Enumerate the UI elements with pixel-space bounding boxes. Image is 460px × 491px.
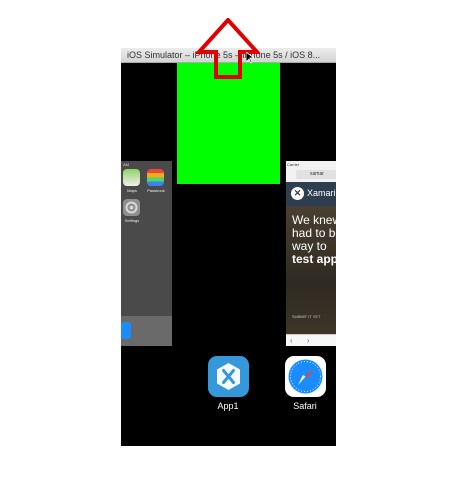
safari-card[interactable]: Carrier xamar ✕ Xamarin We knew had to b… xyxy=(286,161,336,346)
safari-compass-icon xyxy=(284,356,326,397)
dock xyxy=(121,316,172,346)
forward-chevron-icon: › xyxy=(306,336,310,345)
switcher-app-safari[interactable]: Safari xyxy=(275,356,335,411)
hero-footer: SUBMIT IT YET xyxy=(292,314,321,319)
switcher-app-app1[interactable]: App1 xyxy=(198,356,258,411)
mouse-cursor-icon xyxy=(246,52,254,64)
app-label-maps: Maps xyxy=(127,188,137,193)
status-bar-text: AM xyxy=(123,162,129,167)
app-label-settings: Settings xyxy=(124,218,140,223)
xamarin-logo-icon: ✕ xyxy=(291,187,304,200)
hero-line: test apps xyxy=(292,252,336,266)
app-label-safari: Safari xyxy=(293,401,317,411)
home-screen-card[interactable]: AM Maps Passbook Settings xyxy=(121,161,172,346)
hero-section: We knew had to be way to test apps SUBMI… xyxy=(286,206,336,334)
maps-icon xyxy=(123,169,140,186)
safari-icon xyxy=(121,322,131,339)
passbook-icon xyxy=(147,169,164,186)
app-label-app1: App1 xyxy=(217,401,239,411)
status-bar-text: Carrier xyxy=(287,162,300,167)
red-up-arrow-icon xyxy=(196,18,260,79)
xamarin-app-icon xyxy=(207,356,249,397)
green-app-card[interactable] xyxy=(177,63,280,184)
app-label-passbook: Passbook xyxy=(147,188,165,193)
safari-toolbar: ‹ › xyxy=(286,334,336,346)
url-bar: xamar xyxy=(296,170,336,179)
simulator-screen: AM Maps Passbook Settings Carrier xamar … xyxy=(121,63,336,446)
back-chevron-icon: ‹ xyxy=(290,336,293,345)
site-banner: ✕ Xamarin xyxy=(286,182,336,206)
site-brand: Xamarin xyxy=(307,188,336,198)
settings-icon xyxy=(123,199,140,216)
